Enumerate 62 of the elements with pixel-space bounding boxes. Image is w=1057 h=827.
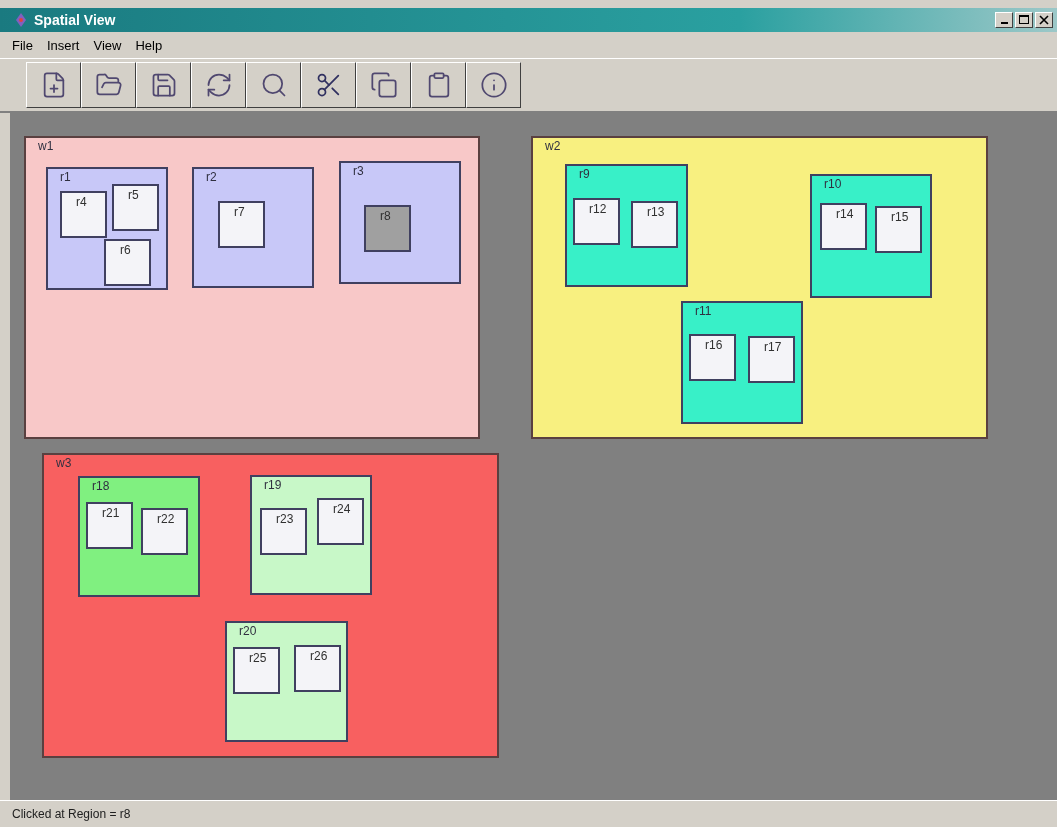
menu-item[interactable]: Insert bbox=[46, 37, 80, 53]
subregion-tile[interactable]: r21 bbox=[86, 502, 133, 549]
region-area[interactable]: r1 r4 r5 r6 bbox=[46, 167, 168, 290]
menu-item[interactable]: Help bbox=[135, 37, 163, 53]
region-area[interactable]: r18 r21 r22 bbox=[78, 476, 200, 597]
subregion-tile[interactable]: r14 bbox=[820, 203, 867, 250]
copy-icon bbox=[369, 71, 398, 99]
subregion-tile[interactable]: r5 bbox=[112, 184, 159, 231]
subregion-tile[interactable]: r7 bbox=[218, 201, 265, 248]
region-label: r20 bbox=[239, 624, 257, 638]
region-label: r10 bbox=[824, 177, 842, 191]
subregion-tile[interactable]: r17 bbox=[748, 336, 795, 383]
app-icon bbox=[14, 12, 28, 28]
subregion-tile[interactable]: r22 bbox=[141, 508, 188, 555]
region-label: r11 bbox=[695, 304, 712, 318]
info-icon bbox=[479, 71, 508, 99]
subregion-tile[interactable]: r25 bbox=[233, 647, 280, 694]
subregion-tile[interactable]: r4 bbox=[60, 191, 107, 238]
region-area[interactable]: r11 r16 r17 bbox=[681, 301, 803, 424]
paste-button[interactable] bbox=[411, 62, 466, 108]
region-area[interactable]: r9 r12 r13 bbox=[565, 164, 688, 287]
new-button[interactable] bbox=[26, 62, 81, 108]
region-area[interactable]: r10 r14 r15 bbox=[810, 174, 932, 298]
copy-button[interactable] bbox=[356, 62, 411, 108]
close-button[interactable] bbox=[1035, 12, 1053, 28]
subregion-tile[interactable]: r16 bbox=[689, 334, 736, 381]
maximize-button[interactable] bbox=[1015, 12, 1033, 28]
subregion-tile[interactable]: r8 bbox=[364, 205, 411, 252]
subregion-tile[interactable]: r13 bbox=[631, 201, 678, 248]
refresh-button[interactable] bbox=[191, 62, 246, 108]
about-button[interactable] bbox=[466, 62, 521, 108]
region-label: r2 bbox=[206, 170, 217, 184]
region-area[interactable]: r19 r23 r24 bbox=[250, 475, 372, 595]
window-label: w3 bbox=[56, 456, 72, 470]
subregion-tile[interactable]: r15 bbox=[875, 206, 922, 253]
subregion-tile[interactable]: r24 bbox=[317, 498, 364, 545]
open-button[interactable] bbox=[81, 62, 136, 108]
close-icon bbox=[1039, 15, 1049, 25]
window-label: w2 bbox=[545, 139, 561, 153]
subregion-tile[interactable]: r6 bbox=[104, 239, 151, 286]
window-label: w1 bbox=[38, 139, 54, 153]
cut-button[interactable] bbox=[301, 62, 356, 108]
minimize-button[interactable] bbox=[995, 12, 1013, 28]
region-label: r1 bbox=[60, 170, 71, 184]
status-text: Clicked at Region = r8 bbox=[12, 807, 131, 821]
minimize-icon bbox=[1000, 22, 1008, 24]
region-area[interactable]: r2 r7 bbox=[192, 167, 314, 288]
subregion-tile[interactable]: r12 bbox=[573, 198, 620, 245]
subregion-tile[interactable]: r23 bbox=[260, 508, 307, 555]
region-label: r19 bbox=[264, 478, 282, 492]
maximize-icon bbox=[1019, 15, 1029, 25]
region-label: r18 bbox=[92, 479, 110, 493]
subregion-tile[interactable]: r26 bbox=[294, 645, 341, 692]
menu-item[interactable]: View bbox=[93, 37, 122, 53]
region-area[interactable]: r3 r8 bbox=[339, 161, 461, 284]
menu-item[interactable]: File bbox=[12, 37, 33, 53]
region-label: r3 bbox=[353, 164, 364, 178]
region-label: r9 bbox=[579, 167, 590, 181]
window-title: Spatial View bbox=[34, 12, 117, 28]
region-area[interactable]: r20 r25 r26 bbox=[225, 621, 348, 742]
save-button[interactable] bbox=[136, 62, 191, 108]
search-button[interactable] bbox=[246, 62, 301, 108]
